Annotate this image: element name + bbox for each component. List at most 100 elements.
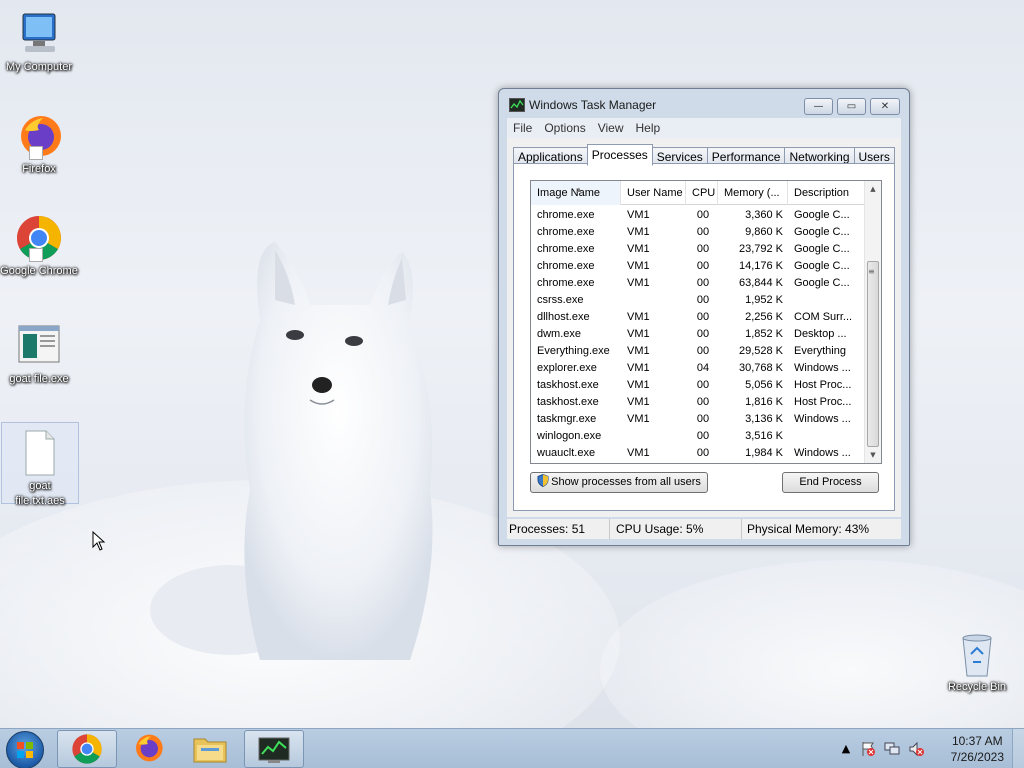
clock[interactable]: 10:37 AM 7/26/2023: [951, 733, 1004, 765]
firefox-icon: [15, 112, 63, 160]
cell-name: csrss.exe: [537, 294, 584, 306]
column-header-user-name[interactable]: User Name: [621, 181, 686, 205]
cell-user: VM1: [627, 260, 650, 272]
column-header-cpu[interactable]: CPU: [686, 181, 718, 205]
cell-memory: 2,256 K: [745, 311, 783, 323]
computer-icon: [15, 10, 63, 58]
column-header-image-name[interactable]: ▲ Image Name: [531, 181, 621, 205]
volume-muted-icon[interactable]: [908, 741, 924, 757]
scroll-up-icon[interactable]: ▲: [865, 181, 881, 197]
maximize-icon: ▭: [846, 101, 857, 112]
desktop-icon-google-chrome[interactable]: Google Chrome: [0, 214, 78, 279]
desktop-icon-label: goat file.txt.aes: [15, 480, 65, 507]
column-header-label: Memory (...: [724, 187, 780, 199]
taskbar-chrome-button[interactable]: [57, 730, 117, 768]
cell-name: chrome.exe: [537, 226, 595, 238]
minimize-button[interactable]: —: [804, 98, 833, 115]
cell-description: Google C...: [794, 209, 850, 221]
end-process-button[interactable]: End Process: [782, 472, 879, 493]
table-row[interactable]: dwm.exe VM1 00 1,852 K Desktop ...: [531, 326, 865, 343]
cell-name: explorer.exe: [537, 362, 597, 374]
table-row[interactable]: explorer.exe VM1 04 30,768 K Windows ...: [531, 360, 865, 377]
cell-memory: 5,056 K: [745, 379, 783, 391]
cell-memory: 30,768 K: [738, 362, 783, 374]
close-button[interactable]: ✕: [870, 98, 900, 115]
cell-user: VM1: [627, 209, 650, 221]
cell-description: Google C...: [794, 260, 850, 272]
desktop-icon-my-computer[interactable]: My Computer: [0, 10, 78, 75]
process-rows: chrome.exe VM1 00 3,360 K Google C... chrome.…: [531, 207, 865, 462]
column-header-memory[interactable]: Memory (...: [718, 181, 788, 205]
table-row[interactable]: taskmgr.exe VM1 00 3,136 K Windows ...: [531, 411, 865, 428]
show-hidden-icons-icon[interactable]: ▲: [838, 741, 854, 757]
shortcut-arrow-icon: [29, 248, 43, 262]
start-button[interactable]: [6, 731, 44, 768]
cell-cpu: 00: [696, 447, 710, 459]
column-header-description[interactable]: Description: [788, 181, 865, 205]
taskbar: ▲ 10:37 AM 7/26/2023: [0, 728, 1024, 768]
cell-name: wuauclt.exe: [537, 447, 596, 459]
desktop-icon-firefox[interactable]: Firefox: [0, 112, 78, 177]
close-icon: ✕: [880, 101, 890, 112]
cell-name: winlogon.exe: [537, 430, 602, 442]
cell-name: dllhost.exe: [537, 311, 590, 323]
cell-name: chrome.exe: [537, 260, 595, 272]
table-row[interactable]: csrss.exe 00 1,952 K: [531, 292, 865, 309]
table-row[interactable]: Everything.exe VM1 00 29,528 K Everything: [531, 343, 865, 360]
table-row[interactable]: chrome.exe VM1 00 9,860 K Google C...: [531, 224, 865, 241]
cell-cpu: 00: [696, 430, 710, 442]
cell-user: VM1: [627, 243, 650, 255]
maximize-button[interactable]: ▭: [837, 98, 866, 115]
cell-cpu: 00: [696, 413, 710, 425]
action-center-icon[interactable]: [860, 741, 876, 757]
table-row[interactable]: taskhost.exe VM1 00 5,056 K Host Proc...: [531, 377, 865, 394]
table-row[interactable]: chrome.exe VM1 00 63,844 K Google C...: [531, 275, 865, 292]
vertical-scrollbar[interactable]: ▲ ≡ ▼: [864, 181, 881, 463]
desktop-icon-goat-file-txt-aes[interactable]: goat file.txt.aes: [1, 422, 79, 507]
scrollbar-thumb[interactable]: [867, 261, 879, 447]
taskbar-explorer-button[interactable]: [181, 730, 241, 768]
cell-cpu: 00: [696, 379, 710, 391]
menu-help[interactable]: Help: [630, 118, 667, 138]
menu-options[interactable]: Options: [538, 118, 591, 138]
task-manager-icon: [258, 737, 290, 763]
clock-date: 7/26/2023: [950, 750, 1004, 764]
cell-memory: 3,360 K: [745, 209, 783, 221]
cell-description: Host Proc...: [794, 379, 852, 391]
table-row[interactable]: chrome.exe VM1 00 3,360 K Google C...: [531, 207, 865, 224]
cell-memory: 1,852 K: [745, 328, 783, 340]
desktop-icon-goat-file-exe[interactable]: goat file.exe: [0, 322, 78, 387]
cell-name: taskmgr.exe: [537, 413, 597, 425]
cell-name: taskhost.exe: [537, 396, 599, 408]
show-all-users-button[interactable]: Show processes from all users: [530, 472, 708, 493]
cell-memory: 1,816 K: [745, 396, 783, 408]
table-row[interactable]: chrome.exe VM1 00 23,792 K Google C...: [531, 241, 865, 258]
table-row[interactable]: wuauclt.exe VM1 00 1,984 K Windows ...: [531, 445, 865, 462]
process-list[interactable]: ▲ Image Name User Name CPU Memory (... D…: [530, 180, 882, 464]
cell-user: VM1: [627, 277, 650, 289]
cell-user: VM1: [627, 396, 650, 408]
task-manager-window[interactable]: Windows Task Manager — ▭ ✕ File Options Vi…: [498, 88, 910, 546]
taskbar-task-manager-button[interactable]: [244, 730, 304, 768]
desktop-icon-label: Google Chrome: [0, 265, 78, 277]
cell-cpu: 00: [696, 328, 710, 340]
taskbar-firefox-button[interactable]: [119, 730, 179, 768]
tab-processes[interactable]: Processes: [586, 144, 653, 166]
cell-description: Google C...: [794, 226, 850, 238]
network-icon[interactable]: [884, 741, 900, 757]
desktop-icon-recycle-bin[interactable]: Recycle Bin: [938, 630, 1016, 695]
cell-description: Windows ...: [794, 447, 851, 459]
desktop-icon-label: Recycle Bin: [947, 681, 1007, 693]
table-row[interactable]: chrome.exe VM1 00 14,176 K Google C...: [531, 258, 865, 275]
menu-file[interactable]: File: [507, 118, 538, 138]
table-row[interactable]: winlogon.exe 00 3,516 K: [531, 428, 865, 445]
table-row[interactable]: dllhost.exe VM1 00 2,256 K COM Surr...: [531, 309, 865, 326]
cell-description: Windows ...: [794, 362, 851, 374]
scroll-down-icon[interactable]: ▼: [865, 447, 881, 463]
show-desktop-button[interactable]: [1012, 729, 1024, 768]
menu-view[interactable]: View: [592, 118, 630, 138]
cell-memory: 29,528 K: [738, 345, 783, 357]
table-row[interactable]: taskhost.exe VM1 00 1,816 K Host Proc...: [531, 394, 865, 411]
cell-cpu: 00: [696, 345, 710, 357]
cell-cpu: 00: [696, 277, 710, 289]
